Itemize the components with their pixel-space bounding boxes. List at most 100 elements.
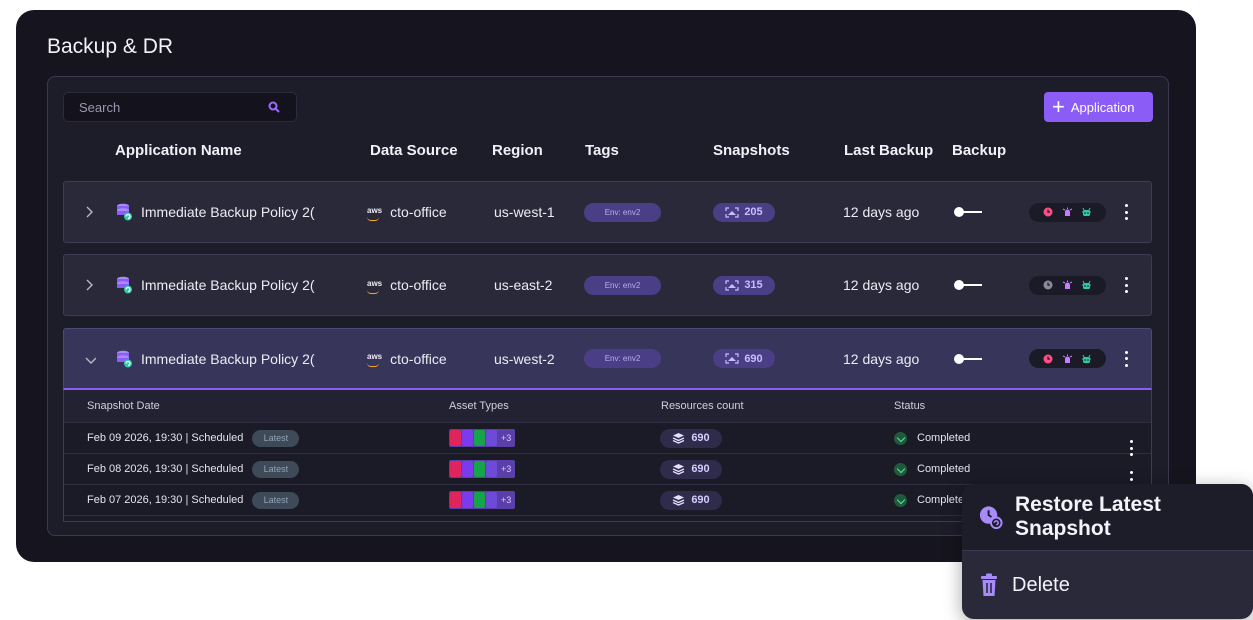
resources-badge: 690 [660,428,722,448]
col-header-snapshots[interactable]: Snapshots [713,142,790,159]
col-header-region[interactable]: Region [492,142,543,159]
layers-icon [673,433,685,444]
clock-alert-icon [1043,207,1053,217]
resources-cell: 690 [660,485,722,515]
snapshot-date-cell: Feb 07 2026, 19:30 | Scheduled Latest [87,485,300,515]
tag-badge: Env: env2 [584,275,661,295]
asset-types-group[interactable]: +3 [449,429,516,447]
search-icon [268,101,280,113]
page-title: Backup & DR [47,35,174,58]
snapshot-row[interactable]: Feb 09 2026, 19:30 | Scheduled Latest +3 [64,423,1151,456]
camera-scan-icon [725,353,739,364]
chevron-right-icon[interactable] [84,278,94,292]
resources-count: 690 [691,463,710,475]
asset-type-icon [486,492,497,508]
snapshot-row[interactable]: Feb 08 2026, 19:30 | Scheduled Latest +3 [64,454,1151,487]
snapshots-count: 205 [744,206,763,218]
backup-toggle[interactable] [954,206,982,218]
col-header-tags[interactable]: Tags [585,142,619,159]
status-cell: Completed [894,423,970,453]
latest-badge: Latest [252,460,300,478]
backup-dr-window: Backup & DR Search + Application Applica… [16,10,1196,562]
more-options-icon[interactable] [1125,204,1129,220]
more-options-icon[interactable] [1125,277,1129,293]
col-header-data-source[interactable]: Data Source [370,142,458,159]
bug-icon [1081,354,1091,363]
chevron-right-icon[interactable] [84,205,94,219]
add-application-button[interactable]: + Application [1044,92,1153,122]
database-sync-icon [117,203,132,221]
application-row[interactable]: Immediate Backup Policy 2( aws cto-offic… [63,181,1152,243]
alarm-icon [1062,207,1072,216]
clock-icon [1043,280,1053,290]
data-source-cell: aws cto-office [367,255,447,315]
app-name: Immediate Backup Policy 2( [141,277,315,293]
last-backup: 12 days ago [843,350,920,367]
tag-cell: Env: env2 [584,255,661,315]
status-icons-cell [1029,182,1106,242]
snapshots-badge[interactable]: 315 [713,275,775,295]
backup-toggle[interactable] [954,279,982,291]
snapshot-date-cell: Feb 08 2026, 19:30 | Scheduled Latest [87,454,300,484]
status-icons-group[interactable] [1029,202,1106,222]
applications-panel: Search + Application Application Name Da… [47,76,1169,536]
asset-types-cell: +3 [449,423,516,453]
asset-types-group[interactable]: +3 [449,460,516,478]
aws-logo-icon: aws [367,352,383,367]
asset-type-icon [462,461,473,477]
asset-type-icon [450,461,461,477]
snapshots-badge[interactable]: 690 [713,349,775,368]
chevron-down-icon[interactable] [84,353,96,367]
snapshots-badge[interactable]: 205 [713,202,775,222]
application-row[interactable]: Immediate Backup Policy 2( aws cto-offic… [63,254,1152,316]
asset-type-icon [486,461,497,477]
database-sync-icon [117,276,132,294]
status-icons-group[interactable] [1029,275,1106,295]
more-options-icon[interactable] [1125,350,1129,367]
trash-icon [981,573,997,596]
restore-latest-snapshot-menu-item[interactable]: Restore Latest Snapshot [962,484,1253,551]
check-circle-icon [894,493,907,507]
search-input[interactable]: Search [63,92,297,122]
status-cell: Completed [894,454,970,484]
resources-cell: 690 [660,423,722,453]
application-row-expanded[interactable]: Immediate Backup Policy 2( aws cto-offic… [63,328,1152,390]
bug-icon [1081,207,1091,216]
asset-types-group[interactable]: +3 [449,491,516,509]
add-application-label: Application [1070,99,1135,115]
status-text: Completed [917,463,971,475]
asset-type-icon [462,430,473,446]
backup-toggle-cell [954,255,982,315]
restore-label: Restore Latest Snapshot [1015,493,1161,540]
restore-clock-icon [979,506,1003,530]
snapshot-context-menu: Restore Latest Snapshot Delete [962,484,1253,619]
resources-badge: 690 [660,490,722,510]
region: us-west-2 [494,350,555,367]
resources-count: 690 [691,494,710,506]
app-name-cell: Immediate Backup Policy 2( [116,255,315,315]
layers-icon [673,464,685,475]
col-header-backup[interactable]: Backup [952,142,1006,159]
clock-alert-icon [1043,354,1053,363]
snapshots-cell: 205 [713,182,775,242]
snapshots-cell: 690 [713,329,775,388]
col-header-status: Status [894,400,926,412]
col-header-last-backup[interactable]: Last Backup [844,142,933,159]
col-header-app-name[interactable]: Application Name [115,142,242,159]
tag-cell: Env: env2 [584,329,661,388]
delete-menu-item[interactable]: Delete [962,551,1253,619]
asset-type-icon [450,492,461,508]
asset-type-icon [474,461,485,477]
data-source: cto-office [390,277,447,293]
search-placeholder: Search [79,100,121,115]
bug-icon [1081,280,1091,289]
asset-types-cell: +3 [449,454,516,484]
status-icons-group[interactable] [1029,349,1106,368]
snapshots-cell: 315 [713,255,775,315]
snapshot-date: Feb 07 2026, 19:30 | Scheduled [87,494,244,506]
resources-badge: 690 [660,459,722,479]
status-text: Complete [917,494,965,506]
row-actions-cell [1125,182,1129,242]
backup-toggle[interactable] [954,353,982,365]
app-name: Immediate Backup Policy 2( [141,350,315,367]
